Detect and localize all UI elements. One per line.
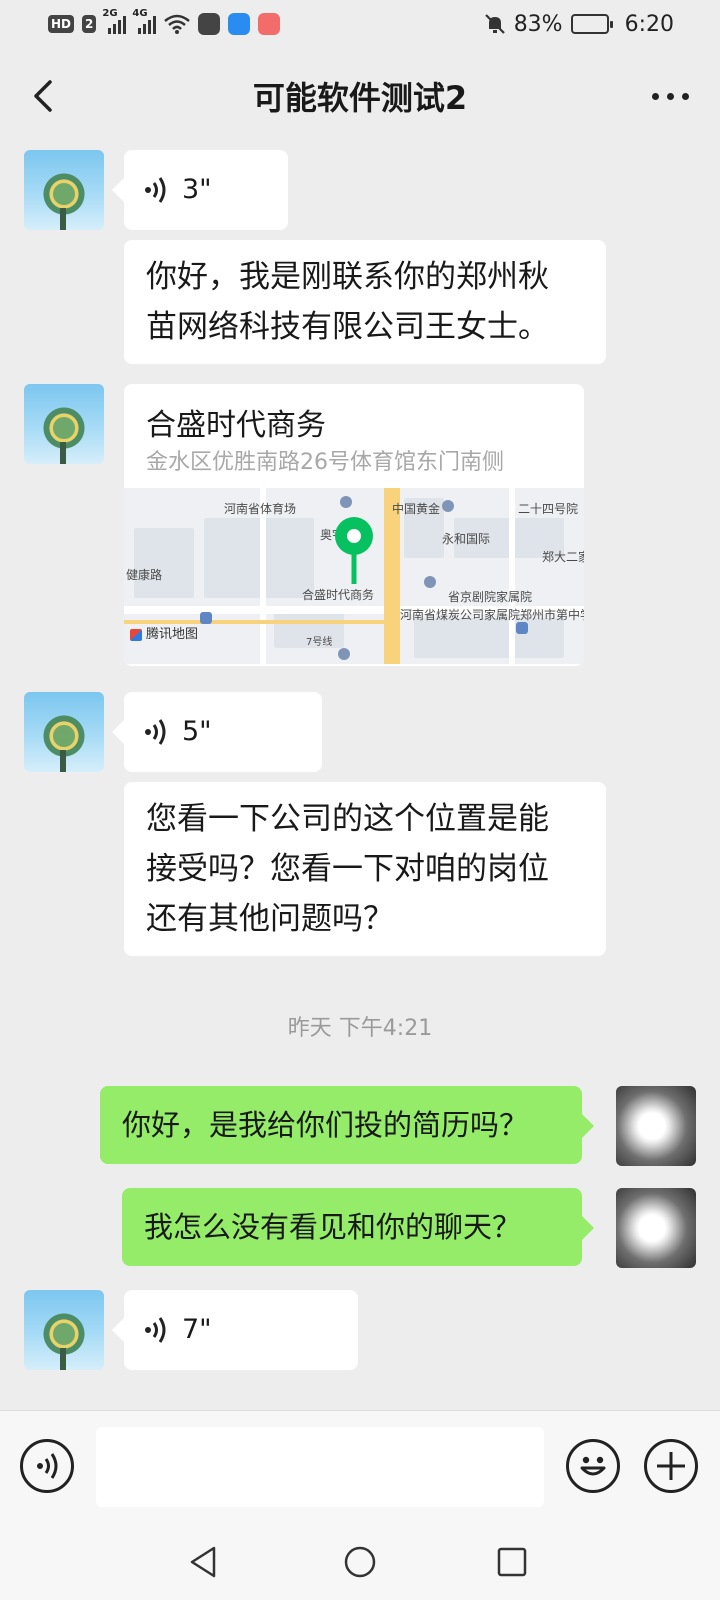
- more-dots-icon[interactable]: [644, 78, 696, 114]
- nav-recents-icon[interactable]: [490, 1542, 534, 1582]
- voice-wave-icon: [145, 719, 166, 745]
- mail-app-icon: [258, 13, 281, 35]
- more-functions-button[interactable]: [644, 1439, 698, 1493]
- voice-input-button[interactable]: [20, 1439, 74, 1493]
- smiley-icon: [580, 1456, 606, 1476]
- location-name: 合盛时代商务: [146, 408, 326, 443]
- net-type-label: 4G: [132, 8, 148, 19]
- chat-header: 可能软件测试2: [0, 48, 720, 144]
- contact-avatar[interactable]: [24, 384, 104, 464]
- map-poi-icon: [340, 496, 352, 508]
- map-poi-icon: [338, 648, 350, 660]
- map-label: 中国黄金: [392, 502, 441, 516]
- emoji-button[interactable]: [566, 1439, 620, 1493]
- status-right: 83% 6:20: [484, 12, 674, 37]
- location-map[interactable]: 河南省体育场 中国黄金 二十四号院 奥宇科技 永和国际 郑大二家属 健康路 合盛…: [124, 488, 584, 664]
- hd-badge: HD: [48, 15, 75, 33]
- my-text-message[interactable]: 我怎么没有看见和你的聊天？: [122, 1188, 594, 1266]
- voice-duration: 3": [182, 174, 212, 205]
- message-line: 您看一下公司的这个位置是能: [146, 801, 549, 837]
- voice-duration: 5": [182, 716, 212, 747]
- nav-home-icon[interactable]: [338, 1542, 382, 1582]
- input-bar: [0, 1410, 720, 1530]
- map-label: 二十四号院: [518, 502, 579, 516]
- signal-2g-icon: 2G: [102, 8, 127, 34]
- net-type-label: 2G: [102, 8, 118, 19]
- mute-bell-icon: [484, 14, 505, 34]
- status-left: HD 2 2G 4G: [48, 8, 281, 35]
- back-chevron-icon[interactable]: [22, 74, 66, 118]
- voice-wave-icon: [37, 1453, 58, 1479]
- sim-badge: 2: [82, 15, 97, 33]
- tencent-map-logo-icon: [130, 629, 142, 641]
- my-avatar[interactable]: [616, 1188, 696, 1268]
- chat-timestamp: 昨天 下午4:21: [287, 1016, 433, 1041]
- map-label: 郑大二家属: [542, 550, 584, 564]
- map-brand: 腾讯地图: [130, 610, 198, 660]
- system-nav-bar: [0, 1530, 720, 1600]
- message-line: 你好，是我给你们投的简历吗？: [122, 1108, 529, 1142]
- map-poi-icon: [424, 576, 436, 588]
- map-label: 7号线: [306, 637, 333, 648]
- map-label: 河南省体育场: [224, 502, 297, 516]
- map-brand-label: 腾讯地图: [146, 627, 199, 642]
- voice-message[interactable]: 5": [112, 692, 322, 772]
- contact-avatar[interactable]: [24, 150, 104, 230]
- plus-icon: [657, 1452, 685, 1480]
- chat-title: 可能软件测试2: [252, 79, 468, 117]
- voice-message[interactable]: 3": [112, 150, 288, 230]
- wifi-icon: [164, 14, 191, 34]
- app-notification-icon: [198, 13, 221, 35]
- voice-wave-icon: [145, 1317, 166, 1343]
- my-avatar[interactable]: [616, 1086, 696, 1166]
- location-pin-icon: [335, 517, 373, 584]
- voice-duration: 7": [182, 1314, 212, 1345]
- text-message[interactable]: 你好，我是刚联系你的郑州秋 苗网络科技有限公司王女士。: [124, 240, 606, 364]
- message-input[interactable]: [96, 1427, 544, 1507]
- chat-scroll-area[interactable]: 3" 你好，我是刚联系你的郑州秋 苗网络科技有限公司王女士。 合盛时代商务 金水…: [0, 144, 720, 1410]
- map-poi-icon: [442, 500, 454, 512]
- map-label: 郑州市第中学(东: [520, 608, 584, 622]
- voice-message[interactable]: 7": [112, 1290, 358, 1370]
- map-label: 河南省煤炭公司家属院: [400, 608, 521, 622]
- my-text-message[interactable]: 你好，是我给你们投的简历吗？: [100, 1086, 594, 1164]
- contact-avatar[interactable]: [24, 1290, 104, 1370]
- bus-stop-icon: [200, 612, 212, 624]
- location-address: 金水区优胜南路26号体育馆东门南侧: [146, 450, 504, 475]
- battery-icon: [570, 14, 613, 34]
- message-line: 你好，我是刚联系你的郑州秋: [146, 259, 549, 295]
- voice-wave-icon: [145, 177, 166, 203]
- contact-avatar[interactable]: [24, 692, 104, 772]
- text-message[interactable]: 您看一下公司的这个位置是能 接受吗？您看一下对咱的岗位 还有其他问题吗？: [124, 782, 606, 956]
- message-line: 接受吗？您看一下对咱的岗位: [146, 851, 549, 887]
- map-label: 永和国际: [442, 532, 491, 546]
- weather-app-icon: [228, 13, 251, 35]
- message-line: 我怎么没有看见和你的聊天？: [144, 1210, 522, 1244]
- location-card[interactable]: 合盛时代商务 金水区优胜南路26号体育馆东门南侧 河南省体育场 中国黄金 二十四…: [124, 384, 584, 666]
- clock: 6:20: [624, 11, 674, 37]
- nav-back-icon[interactable]: [182, 1542, 226, 1582]
- battery-percent: 83%: [513, 11, 563, 37]
- signal-4g-icon: 4G: [132, 8, 157, 34]
- status-bar: HD 2 2G 4G 83% 6:20: [0, 0, 720, 48]
- bus-stop-icon: [516, 622, 528, 634]
- map-label: 健康路: [126, 568, 163, 582]
- message-line: 苗网络科技有限公司王女士。: [146, 309, 549, 345]
- message-line: 还有其他问题吗？: [146, 901, 394, 937]
